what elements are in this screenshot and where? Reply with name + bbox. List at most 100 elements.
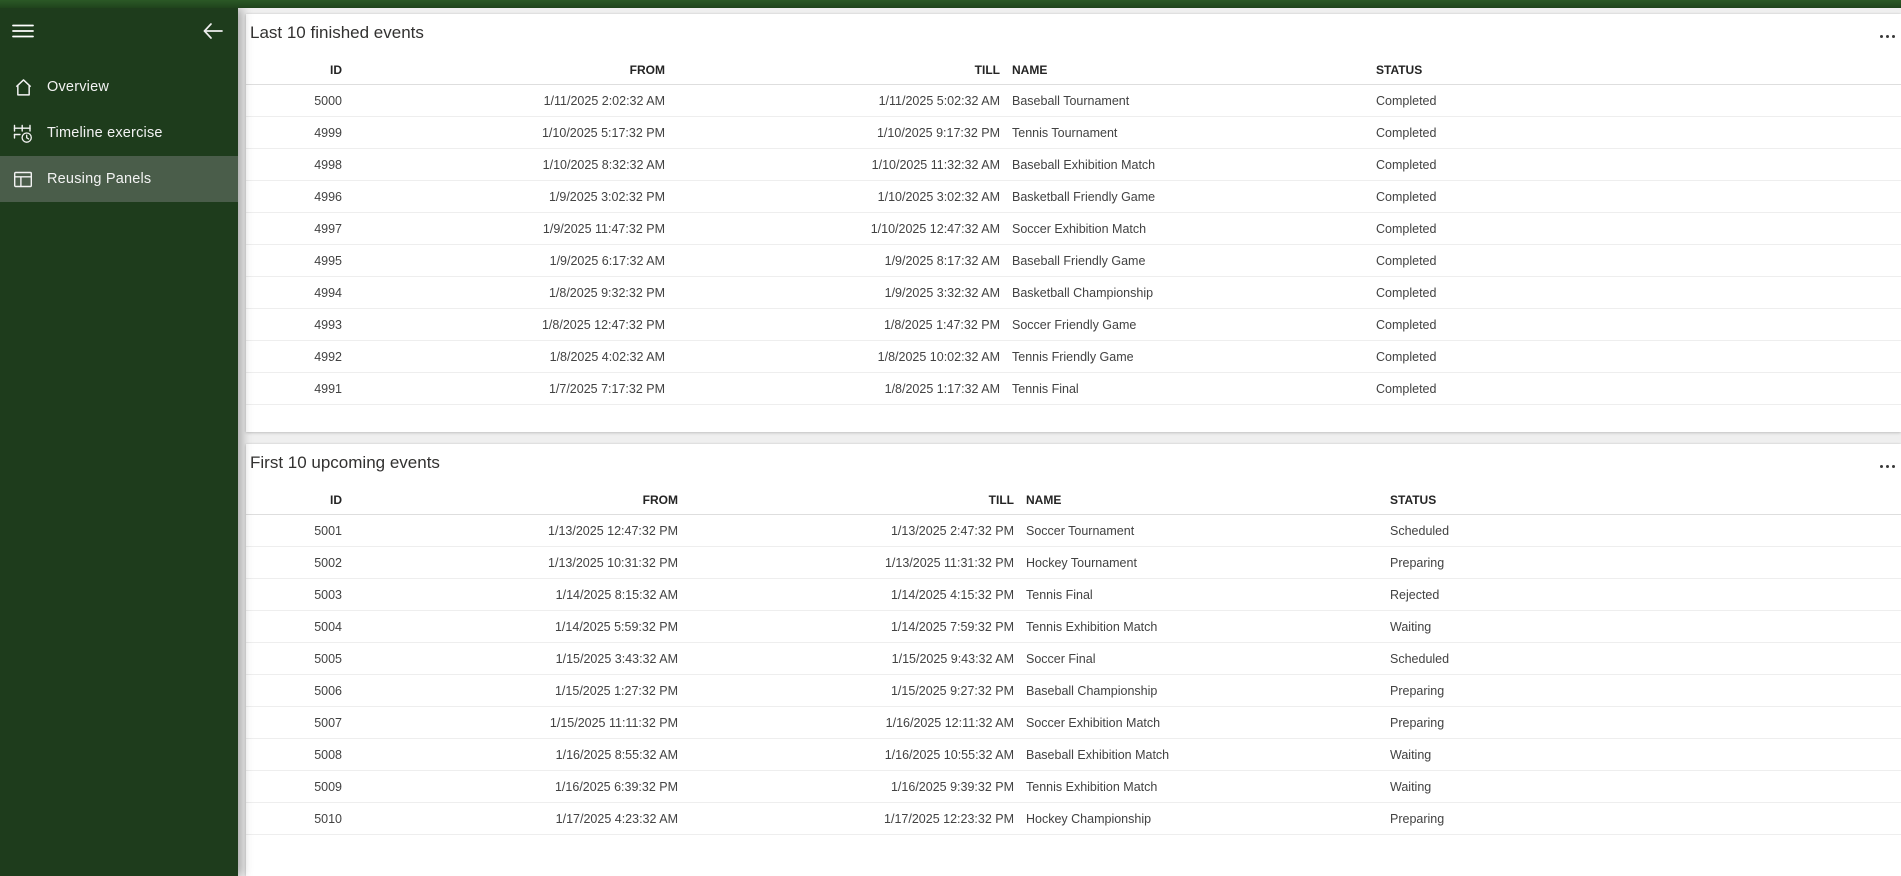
table-row[interactable]: 4997 1/9/2025 11:47:32 PM 1/10/2025 12:47:… [246, 213, 1901, 245]
sidebar-item-timeline-exercise[interactable]: Timeline exercise [0, 110, 238, 156]
cell-name: Basketball Friendly Game [1012, 189, 1156, 204]
table-row[interactable]: 5006 1/15/2025 1:27:32 PM 1/15/2025 9:27:3… [246, 675, 1901, 707]
table-row[interactable]: 5003 1/14/2025 8:15:32 AM 1/14/2025 4:15:3… [246, 579, 1901, 611]
cell-from: 1/13/2025 10:31:32 PM [548, 555, 678, 570]
column-header-status[interactable]: STATUS [1368, 63, 1901, 77]
cell-name: Tennis Exhibition Match [1026, 619, 1158, 634]
table-row[interactable]: 5000 1/11/2025 2:02:32 AM 1/11/2025 5:02:3… [246, 85, 1901, 117]
cell-till: 1/8/2025 1:47:32 PM [883, 317, 1000, 332]
table-row[interactable]: 4998 1/10/2025 8:32:32 AM 1/10/2025 11:32:… [246, 149, 1901, 181]
table-row[interactable]: 5001 1/13/2025 12:47:32 PM 1/13/2025 2:47:… [246, 515, 1901, 547]
table-row[interactable]: 4996 1/9/2025 3:02:32 PM 1/10/2025 3:02:32… [246, 181, 1901, 213]
arrow-left-icon [202, 21, 224, 41]
cell-from: 1/15/2025 1:27:32 PM [554, 683, 678, 698]
more-ellipsis-icon [1880, 34, 1895, 38]
cell-from: 1/8/2025 12:47:32 PM [541, 317, 665, 332]
column-header-from[interactable]: FROM [342, 63, 665, 77]
cell-id: 5004 [314, 619, 342, 634]
table-row[interactable]: 5002 1/13/2025 10:31:32 PM 1/13/2025 11:31… [246, 547, 1901, 579]
column-header-from[interactable]: FROM [342, 493, 678, 507]
cell-from: 1/10/2025 8:32:32 AM [542, 157, 665, 172]
cell-status: Completed [1376, 317, 1437, 332]
cell-id: 4994 [314, 285, 342, 300]
cell-id: 5007 [314, 715, 342, 730]
cell-from: 1/14/2025 8:15:32 AM [555, 587, 678, 602]
sidebar-item-reusing-panels[interactable]: Reusing Panels [0, 156, 238, 202]
cell-from: 1/14/2025 5:59:32 PM [554, 619, 678, 634]
cell-till: 1/13/2025 2:47:32 PM [890, 523, 1014, 538]
column-header-name[interactable]: NAME [1000, 63, 1368, 77]
cell-till: 1/16/2025 10:55:32 AM [884, 747, 1014, 762]
cell-id: 4998 [314, 157, 342, 172]
top-accent-bar [0, 0, 1901, 8]
cell-status: Completed [1376, 285, 1437, 300]
cell-id: 5002 [314, 555, 342, 570]
table-header-row: ID FROM TILL NAME STATUS [246, 485, 1901, 515]
cell-id: 5010 [314, 811, 342, 826]
column-header-till[interactable]: TILL [665, 63, 1000, 77]
table-row[interactable]: 4994 1/8/2025 9:32:32 PM 1/9/2025 3:32:32 … [246, 277, 1901, 309]
cell-status: Completed [1376, 157, 1437, 172]
table-body-finished: 5000 1/11/2025 2:02:32 AM 1/11/2025 5:02:3… [246, 85, 1901, 405]
more-ellipsis-icon [1880, 464, 1895, 468]
table-row[interactable]: 4992 1/8/2025 4:02:32 AM 1/8/2025 10:02:32… [246, 341, 1901, 373]
cell-status: Completed [1376, 253, 1437, 268]
cell-from: 1/16/2025 6:39:32 PM [554, 779, 678, 794]
cell-name: Soccer Final [1026, 651, 1096, 666]
table-row[interactable]: 5004 1/14/2025 5:59:32 PM 1/14/2025 7:59:3… [246, 611, 1901, 643]
column-header-till[interactable]: TILL [678, 493, 1014, 507]
table-row[interactable]: 5009 1/16/2025 6:39:32 PM 1/16/2025 9:39:3… [246, 771, 1901, 803]
cell-till: 1/16/2025 12:11:32 AM [885, 715, 1014, 730]
table-row[interactable]: 4991 1/7/2025 7:17:32 PM 1/8/2025 1:17:32 … [246, 373, 1901, 405]
cell-status: Preparing [1390, 715, 1445, 730]
more-options-button[interactable] [1878, 458, 1897, 474]
home-icon [12, 76, 34, 98]
cell-id: 4992 [314, 349, 342, 364]
table-row[interactable]: 4999 1/10/2025 5:17:32 PM 1/10/2025 9:17:3… [246, 117, 1901, 149]
table-row[interactable]: 4995 1/9/2025 6:17:32 AM 1/9/2025 8:17:32 … [246, 245, 1901, 277]
cell-from: 1/9/2025 3:02:32 PM [548, 189, 665, 204]
cell-till: 1/14/2025 4:15:32 PM [890, 587, 1014, 602]
sidebar-item-overview[interactable]: Overview [0, 64, 238, 110]
sidebar-item-label: Overview [47, 79, 110, 95]
cell-name: Soccer Tournament [1026, 523, 1135, 538]
cell-status: Waiting [1390, 779, 1432, 794]
cell-id: 4999 [314, 125, 342, 140]
cell-status: Waiting [1390, 747, 1432, 762]
table-row[interactable]: 5010 1/17/2025 4:23:32 AM 1/17/2025 12:23:… [246, 803, 1901, 835]
table-row[interactable]: 5007 1/15/2025 11:11:32 PM 1/16/2025 12:11… [246, 707, 1901, 739]
cell-till: 1/17/2025 12:23:32 PM [884, 811, 1014, 826]
sidebar-item-label: Reusing Panels [47, 171, 152, 187]
hamburger-menu-button[interactable] [6, 14, 40, 48]
more-options-button[interactable] [1878, 28, 1897, 44]
sidebar-header [0, 8, 238, 56]
cell-id: 5005 [314, 651, 342, 666]
cell-id: 5001 [314, 523, 342, 538]
column-header-id[interactable]: ID [246, 63, 342, 77]
cell-id: 5000 [314, 93, 342, 108]
cell-till: 1/10/2025 11:32:32 AM [871, 157, 1000, 172]
cell-id: 4995 [314, 253, 342, 268]
cell-name: Tennis Tournament [1012, 125, 1118, 140]
column-header-id[interactable]: ID [246, 493, 342, 507]
table-row[interactable]: 5008 1/16/2025 8:55:32 AM 1/16/2025 10:55:… [246, 739, 1901, 771]
column-header-status[interactable]: STATUS [1382, 493, 1901, 507]
cell-till: 1/10/2025 3:02:32 AM [877, 189, 1000, 204]
cell-till: 1/13/2025 11:31:32 PM [884, 555, 1014, 570]
column-header-name[interactable]: NAME [1014, 493, 1382, 507]
cell-name: Tennis Exhibition Match [1026, 779, 1158, 794]
cell-name: Baseball Tournament [1012, 93, 1130, 108]
cell-status: Completed [1376, 189, 1437, 204]
cell-from: 1/15/2025 11:11:32 PM [549, 715, 678, 730]
table-body-upcoming: 5001 1/13/2025 12:47:32 PM 1/13/2025 2:47:… [246, 515, 1901, 835]
sidebar-item-label: Timeline exercise [47, 125, 163, 141]
cell-name: Soccer Exhibition Match [1026, 715, 1161, 730]
cell-id: 4997 [314, 221, 342, 236]
cell-from: 1/9/2025 11:47:32 PM [542, 221, 665, 236]
collapse-sidebar-button[interactable] [196, 14, 230, 48]
cell-id: 4996 [314, 189, 342, 204]
table-row[interactable]: 5005 1/15/2025 3:43:32 AM 1/15/2025 9:43:3… [246, 643, 1901, 675]
cell-status: Preparing [1390, 683, 1445, 698]
cell-name: Baseball Exhibition Match [1012, 157, 1156, 172]
table-row[interactable]: 4993 1/8/2025 12:47:32 PM 1/8/2025 1:47:32… [246, 309, 1901, 341]
